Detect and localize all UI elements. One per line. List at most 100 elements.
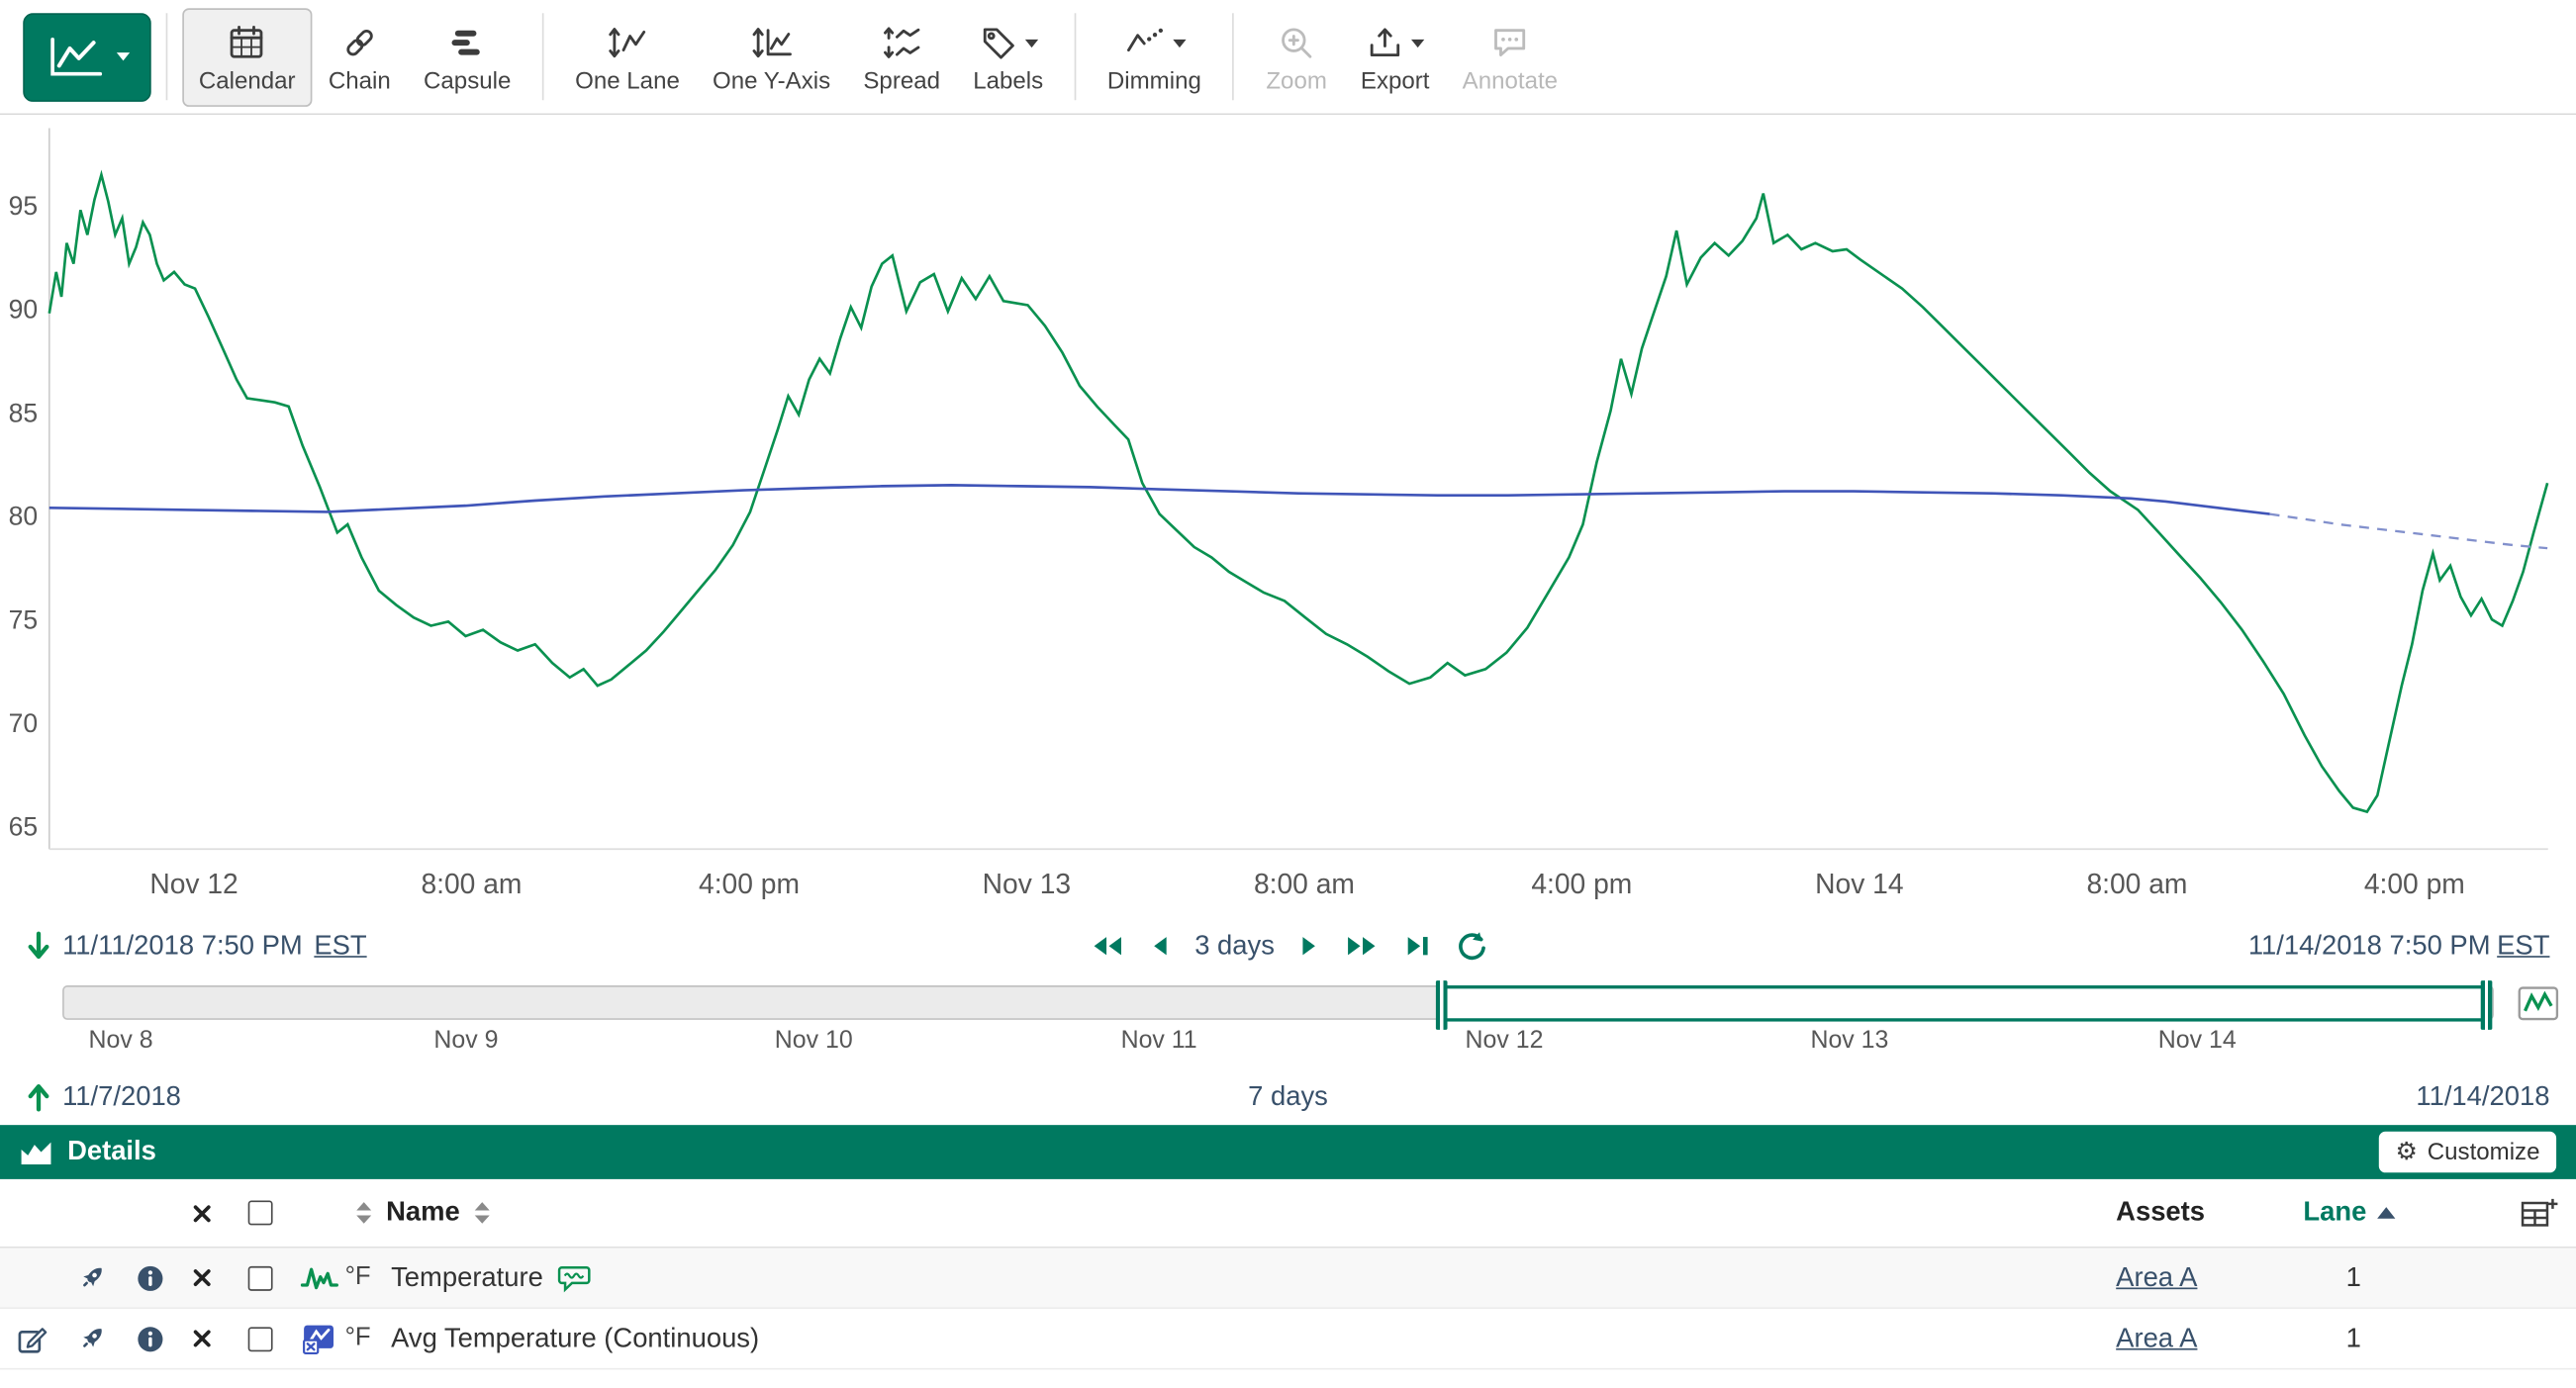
details-row-avg-temperature[interactable]: °F Avg Temperature (Continuous) Area A 1 [0,1309,2576,1369]
annotate-label: Annotate [1463,69,1558,96]
x-tick-label: Nov 12 [149,868,238,899]
slider-tick-labels: Nov 8Nov 9Nov 10Nov 11Nov 12Nov 13Nov 14 [62,1027,2494,1057]
chain-label: Chain [329,69,391,96]
export-icon [1366,23,1405,62]
one-y-axis-label: One Y-Axis [713,69,830,96]
y-tick-label: 90 [9,295,39,324]
start-datetime[interactable]: 11/11/2018 7:50 PM [62,930,303,962]
add-column-icon[interactable] [2501,1196,2576,1229]
select-item-checkbox[interactable] [247,1265,272,1290]
display-range-start[interactable]: 11/11/2018 7:50 PM EST [27,930,367,962]
capsule-label: Capsule [424,69,511,96]
arrow-up-icon [27,1082,51,1112]
slider-selection[interactable] [1441,984,2487,1021]
labels-icon [979,23,1018,62]
sort-asc-icon [2375,1205,2397,1220]
trend-chart[interactable]: 95908580757065Nov 128:00 am4:00 pmNov 13… [0,115,2576,916]
item-info-icon[interactable] [122,1325,177,1352]
y-tick-label: 70 [9,708,39,738]
comment-icon[interactable] [556,1263,591,1291]
slider-tick-label: Nov 13 [1810,1027,1888,1055]
unit-label: °F [345,1324,391,1353]
display-range-duration[interactable]: 3 days [1194,930,1275,962]
arrow-down-icon [27,931,51,961]
x-tick-label: Nov 13 [983,868,1071,899]
item-name[interactable]: Temperature [391,1262,543,1294]
slider-tick-label: Nov 12 [1466,1027,1544,1055]
x-tick-label: 8:00 am [2086,868,2187,899]
item-name[interactable]: Avg Temperature (Continuous) [391,1323,759,1354]
slider-tick-label: Nov 8 [89,1027,153,1055]
start-timezone[interactable]: EST [314,930,366,962]
worksheet-view-selector[interactable] [23,12,150,101]
asset-link[interactable]: Area A [2116,1262,2197,1292]
step-back-full-icon[interactable] [1090,935,1126,958]
spread-button[interactable]: Spread [847,7,957,106]
details-chart-icon [20,1139,52,1165]
one-lane-icon [606,23,648,62]
zoom-button: Zoom [1249,7,1344,106]
step-forward-half-icon[interactable] [1299,935,1319,958]
remove-item-icon[interactable] [177,1327,227,1349]
sort-name-icon[interactable] [473,1201,491,1226]
investigate-start-date[interactable]: 11/7/2018 [62,1081,181,1113]
calendar-button[interactable]: Calendar [182,7,312,106]
chain-button[interactable]: Chain [312,7,407,106]
sort-type-icon[interactable] [355,1201,373,1226]
end-datetime[interactable]: 11/14/2018 7:50 PM [2248,930,2491,962]
asset-link[interactable]: Area A [2116,1323,2197,1352]
customize-button[interactable]: ⚙ Customize [2379,1132,2556,1173]
lane-column-header[interactable]: Lane [2303,1197,2500,1229]
remove-all-icon[interactable] [177,1201,227,1224]
name-column-header[interactable]: Name [386,1197,460,1229]
edit-item-icon[interactable] [0,1323,62,1354]
investigate-end-date[interactable]: 11/14/2018 [2416,1081,2549,1113]
export-label: Export [1361,69,1430,96]
capsule-icon [447,23,487,62]
x-tick-label: 8:00 am [421,868,522,899]
slider-handle-right[interactable] [2481,979,2493,1029]
labels-label: Labels [973,69,1043,96]
y-tick-label: 95 [9,191,39,221]
item-info-icon[interactable] [122,1263,177,1291]
forecast-signal-icon [292,1323,344,1354]
details-row-temperature[interactable]: °F Temperature Area A 1 [0,1249,2576,1309]
export-button[interactable]: Export [1344,7,1446,106]
refresh-icon[interactable] [1456,931,1487,961]
caret-down-icon [1024,39,1037,46]
asset-swap-icon[interactable] [62,1324,122,1353]
one-y-axis-button[interactable]: One Y-Axis [696,7,846,106]
x-tick-label: 4:00 pm [1531,868,1632,899]
capsule-timeline-icon[interactable] [2517,983,2559,1031]
labels-button[interactable]: Labels [957,7,1060,106]
customize-label: Customize [2428,1139,2540,1165]
end-timezone[interactable]: EST [2497,930,2549,962]
x-tick-label: 4:00 pm [699,868,800,899]
step-to-now-icon[interactable] [1404,935,1431,958]
select-item-checkbox[interactable] [247,1327,272,1351]
one-lane-button[interactable]: One Lane [559,7,697,106]
lane-value: 1 [2346,1323,2361,1354]
assets-column-header[interactable]: Assets [2116,1197,2205,1227]
slider-handle-left[interactable] [1436,979,1448,1029]
asset-swap-icon[interactable] [62,1263,122,1293]
slider-track[interactable] [62,985,2494,1020]
spread-label: Spread [863,69,940,96]
display-range-end[interactable]: 11/14/2018 7:50 PM EST [2248,930,2550,962]
investigate-duration[interactable]: 7 days [1248,1081,1328,1113]
toolbar-separator [542,13,544,100]
one-lane-label: One Lane [575,69,680,96]
investigate-start[interactable]: 11/7/2018 [27,1081,181,1113]
capsule-button[interactable]: Capsule [407,7,527,106]
step-back-half-icon[interactable] [1150,935,1170,958]
select-all-checkbox[interactable] [247,1201,272,1226]
investigate-range-slider: Nov 8Nov 9Nov 10Nov 11Nov 12Nov 13Nov 14 [0,975,2576,1069]
step-forward-full-icon[interactable] [1344,935,1381,958]
toolbar-separator [1075,13,1077,100]
y-tick-label: 80 [9,502,39,531]
chevron-down-icon [116,52,129,60]
remove-item-icon[interactable] [177,1266,227,1289]
dimming-button[interactable]: Dimming [1091,7,1217,106]
investigate-range-bar: 11/7/2018 7 days 11/14/2018 [0,1069,2576,1125]
x-tick-label: 4:00 pm [2364,868,2465,899]
